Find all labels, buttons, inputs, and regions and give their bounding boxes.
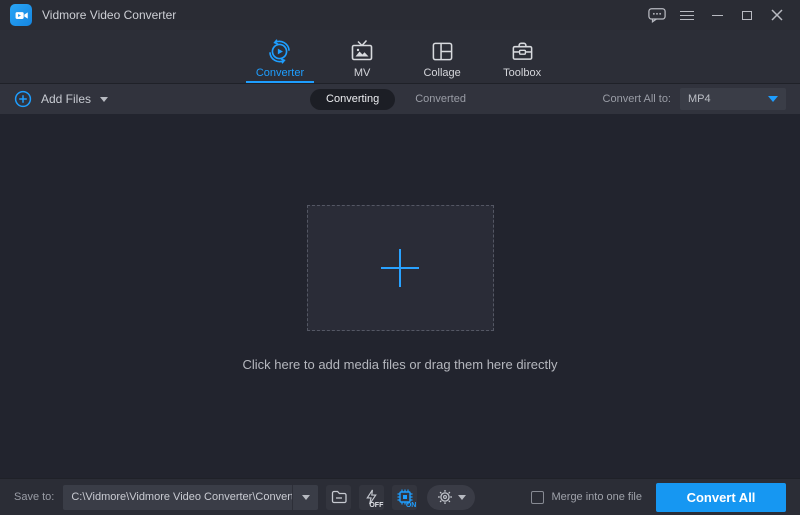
convert-all-to-label: Convert All to: [602, 93, 671, 105]
add-files-button[interactable]: Add Files [14, 90, 109, 108]
file-list-area: Click here to add media files or drag th… [0, 114, 800, 478]
minimize-icon [711, 14, 723, 16]
open-folder-button[interactable] [326, 484, 352, 510]
convert-all-to-group: Convert All to: MP4 [603, 88, 786, 110]
merge-into-one-file-option[interactable]: Merge into one file [530, 490, 643, 504]
collage-icon [430, 37, 455, 65]
save-path-dropdown[interactable] [292, 484, 318, 510]
tab-converter-label: Converter [255, 67, 305, 79]
high-speed-state: OFF [369, 501, 384, 509]
tab-toolbox-label: Toolbox [503, 67, 542, 79]
converter-icon [266, 37, 293, 65]
converter-toolbar: Add Files Converting Converted Convert A… [0, 83, 800, 114]
bottom-bar: Save to: C:\Vidmore\Vidmore Video Conver… [0, 478, 800, 515]
save-to-label: Save to: [14, 491, 55, 503]
titlebar-controls [640, 3, 790, 27]
convert-all-button[interactable]: Convert All [656, 482, 786, 512]
queue-tabs: Converting Converted [310, 88, 466, 110]
save-path-value: C:\Vidmore\Vidmore Video Converter\Conve… [71, 491, 293, 503]
close-icon [771, 9, 783, 21]
add-media-dropzone[interactable] [306, 205, 494, 331]
add-files-label: Add Files [41, 92, 92, 106]
add-circle-icon [14, 90, 32, 108]
tab-converter[interactable]: Converter [245, 30, 315, 83]
feedback-button[interactable] [644, 3, 670, 27]
tab-mv-label: MV [353, 67, 371, 79]
settings-button[interactable] [427, 484, 476, 510]
plus-icon [380, 249, 420, 287]
converting-tab[interactable]: Converting [310, 88, 396, 110]
toolbox-icon [510, 37, 535, 65]
maximize-icon [742, 10, 752, 20]
tab-mv[interactable]: MV [330, 30, 394, 83]
format-caret-icon [768, 96, 778, 102]
title-bar: Vidmore Video Converter [0, 0, 800, 30]
gear-icon [437, 490, 452, 504]
save-path-caret-icon [301, 494, 310, 500]
output-format-select[interactable]: MP4 [680, 88, 786, 110]
mv-icon [349, 37, 375, 65]
app-logo-icon [10, 4, 32, 26]
add-files-caret-icon [100, 96, 109, 102]
tab-collage[interactable]: Collage [410, 30, 474, 83]
save-path-field[interactable]: C:\Vidmore\Vidmore Video Converter\Conve… [63, 484, 319, 510]
tab-collage-label: Collage [423, 67, 461, 79]
output-format-value: MP4 [688, 93, 711, 105]
close-button[interactable] [764, 3, 790, 27]
feedback-bubble-icon [648, 8, 666, 23]
gpu-state: ON [405, 501, 417, 509]
folder-icon [331, 490, 347, 504]
hamburger-icon [680, 10, 694, 20]
maximize-button[interactable] [734, 3, 760, 27]
main-nav-tabs: Converter MV Collage Toolbox [0, 30, 800, 83]
settings-caret-icon [457, 494, 466, 500]
merge-checkbox[interactable] [530, 490, 544, 504]
converted-tab[interactable]: Converted [415, 93, 466, 105]
menu-button[interactable] [674, 3, 700, 27]
dropzone-hint-text: Click here to add media files or drag th… [242, 357, 558, 372]
tab-toolbox[interactable]: Toolbox [490, 30, 554, 83]
merge-label: Merge into one file [551, 491, 643, 503]
video-camera-icon [15, 11, 28, 19]
high-speed-toggle[interactable]: OFF [359, 484, 385, 510]
minimize-button[interactable] [704, 3, 730, 27]
window-title: Vidmore Video Converter [42, 8, 177, 22]
gpu-acceleration-toggle[interactable]: ON [392, 484, 418, 510]
